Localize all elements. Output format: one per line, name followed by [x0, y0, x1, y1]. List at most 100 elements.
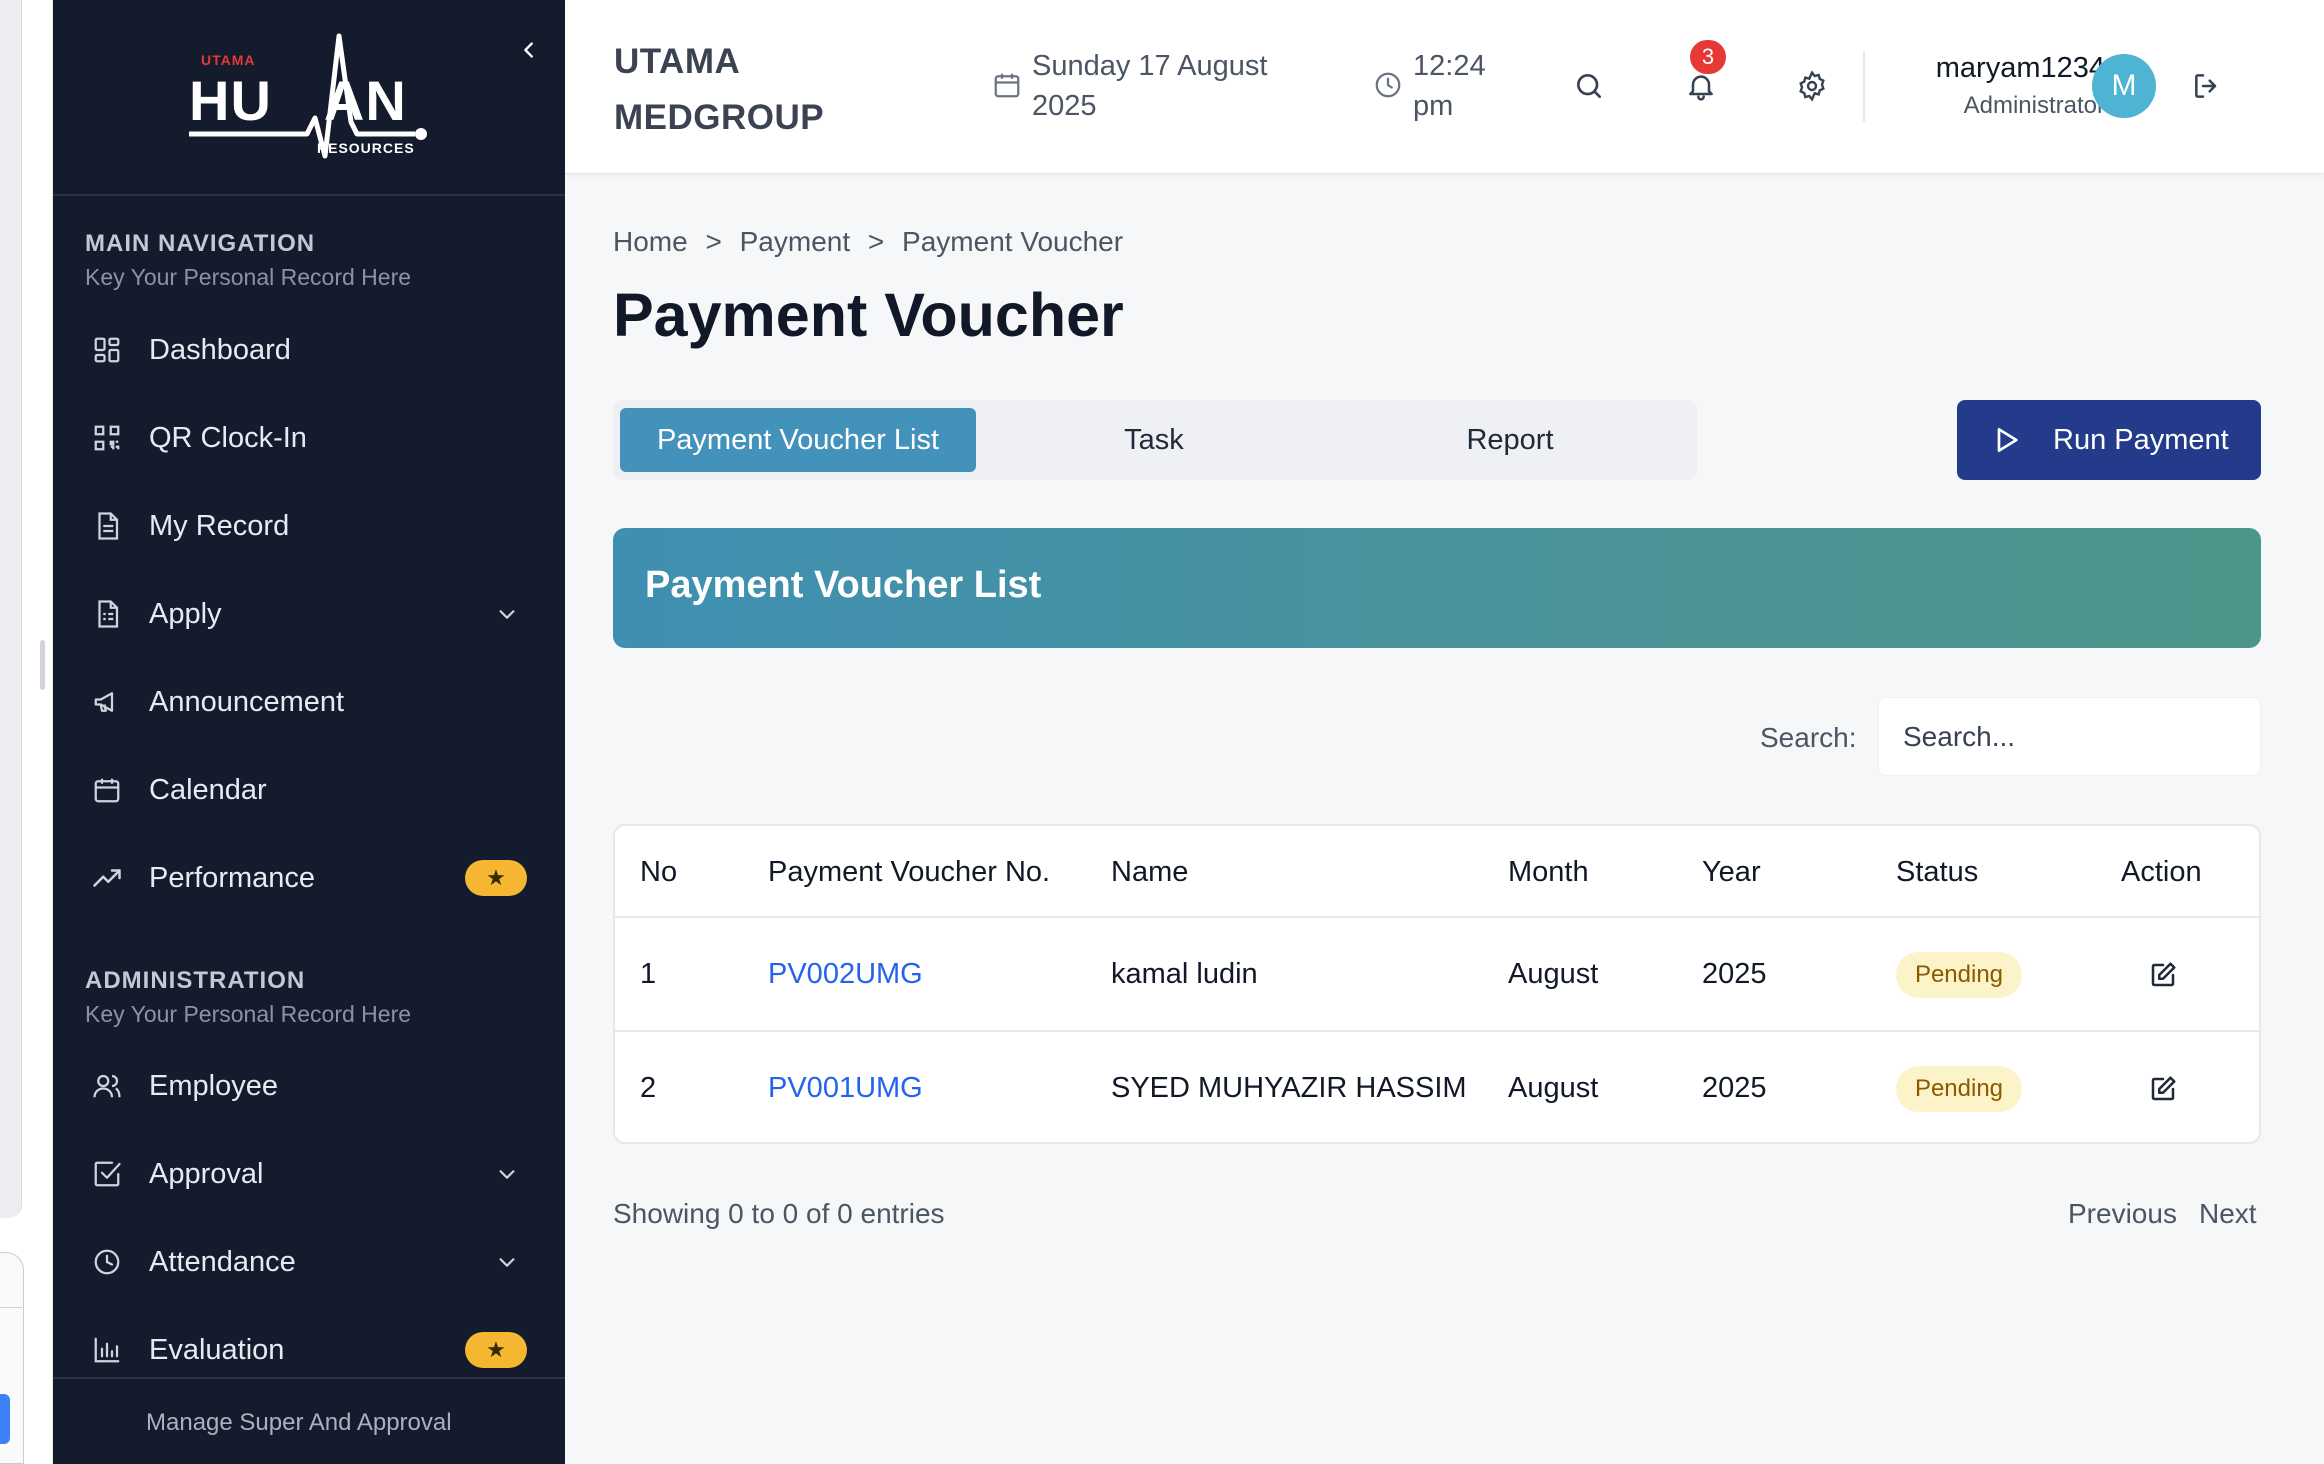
month: August — [1508, 958, 1599, 990]
top-header: UTAMA MEDGROUP Sunday 17 August 2025 12:… — [565, 0, 2324, 174]
year: 2025 — [1702, 958, 1767, 990]
sidebar-item-approval[interactable]: Approval — [53, 1139, 565, 1209]
previous-page-button[interactable]: Previous — [2068, 1198, 2177, 1230]
edge-panel — [0, 0, 22, 1218]
search-button[interactable] — [1567, 64, 1611, 108]
run-payment-button[interactable]: Run Payment — [1957, 400, 2261, 480]
administration-title: ADMINISTRATION — [85, 967, 306, 994]
edit-button[interactable] — [2144, 956, 2182, 994]
sidebar-item-label: Employee — [149, 1069, 278, 1102]
window-edge — [0, 0, 53, 1464]
chevron-down-icon — [493, 1160, 521, 1188]
sidebar-item-qr-clock-in[interactable]: QR Clock-In — [53, 403, 565, 473]
calendar-icon — [992, 70, 1022, 105]
search-input[interactable] — [1878, 697, 2261, 776]
star-badge-icon: ★ — [465, 860, 527, 896]
collapse-sidebar-button[interactable] — [511, 32, 547, 68]
star-badge-icon: ★ — [465, 1332, 527, 1368]
sidebar: UTAMA HU AN RESOURCES MAIN NAVIGATION Key… — [53, 0, 565, 1464]
sidebar-item-apply[interactable]: Apply — [53, 579, 565, 649]
employee-name: kamal ludin — [1111, 958, 1258, 990]
avatar[interactable]: M — [2092, 54, 2156, 118]
sidebar-item-my-record[interactable]: My Record — [53, 491, 565, 561]
play-icon — [1991, 424, 2023, 464]
edge-blue-tab[interactable] — [0, 1394, 10, 1444]
tab-payment-voucher-list[interactable]: Payment Voucher List — [620, 408, 976, 472]
user-name: maryam1234 — [1935, 52, 2105, 84]
users-icon — [91, 1070, 123, 1102]
logout-icon — [2195, 74, 2217, 98]
next-page-button[interactable]: Next — [2199, 1198, 2257, 1230]
sidebar-item-label: My Record — [149, 509, 290, 542]
edit-icon — [2151, 962, 2176, 987]
page-title: Payment Voucher — [613, 281, 1124, 349]
column-header-action: Action — [2121, 856, 2202, 888]
notification-count-badge: 3 — [1690, 40, 1726, 74]
column-header-name[interactable]: Name — [1111, 856, 1188, 889]
clock-icon — [91, 1246, 123, 1278]
list-header-banner: Payment Voucher List — [613, 528, 2261, 648]
column-header-no[interactable]: No — [640, 856, 677, 889]
settings-button[interactable] — [1790, 64, 1834, 108]
sidebar-item-label: Attendance — [149, 1245, 296, 1278]
sidebar-item-employee[interactable]: Employee — [53, 1051, 565, 1121]
column-header-month[interactable]: Month — [1508, 856, 1589, 889]
column-header-voucher-no[interactable]: Payment Voucher No. — [768, 856, 1050, 889]
tab-task[interactable]: Task — [976, 408, 1332, 472]
chevron-down-icon — [493, 1248, 521, 1276]
logout-button[interactable] — [2185, 64, 2229, 108]
edit-icon — [2151, 1076, 2176, 1101]
row-number: 1 — [640, 958, 657, 990]
tab-report[interactable]: Report — [1332, 408, 1688, 472]
search-label: Search: — [1760, 722, 1857, 753]
sidebar-item-dashboard[interactable]: Dashboard — [53, 315, 565, 385]
voucher-number-link[interactable]: PV001UMG — [768, 1072, 923, 1105]
status-badge: Pending — [1896, 1066, 2022, 1112]
trending-up-icon — [91, 862, 123, 894]
company-name: UTAMA MEDGROUP — [614, 42, 825, 137]
year: 2025 — [1702, 1072, 1767, 1104]
breadcrumb-payment[interactable]: Payment — [740, 226, 851, 257]
header-divider — [1863, 52, 1865, 122]
sidebar-item-announcement[interactable]: Announcement — [53, 667, 565, 737]
sidebar-item-evaluation[interactable]: Evaluation ★ — [53, 1315, 565, 1385]
column-header-year[interactable]: Year — [1702, 856, 1761, 889]
pagination-info: Showing 0 to 0 of 0 entries — [613, 1198, 945, 1229]
sidebar-item-performance[interactable]: Performance ★ — [53, 843, 565, 913]
employee-name: SYED MUHYAZIR HASSIM — [1111, 1072, 1467, 1104]
sidebar-item-attendance[interactable]: Attendance — [53, 1227, 565, 1297]
breadcrumb: Home > Payment > Payment Voucher — [613, 226, 1133, 258]
column-header-status[interactable]: Status — [1896, 856, 1978, 889]
sidebar-item-label: Apply — [149, 597, 222, 630]
sidebar-item-label: Performance — [149, 861, 316, 894]
current-date: Sunday 17 August 2025 — [1032, 50, 1268, 122]
logo-top-text: UTAMA — [201, 52, 256, 68]
search-icon — [1577, 74, 1601, 98]
current-time: 12:24 pm — [1413, 50, 1486, 122]
resize-handle[interactable] — [40, 640, 45, 690]
sidebar-item-calendar[interactable]: Calendar — [53, 755, 565, 825]
edit-button[interactable] — [2144, 1070, 2182, 1108]
table-row: 2 PV001UMG SYED MUHYAZIR HASSIM August 2… — [615, 1032, 2259, 1142]
breadcrumb-separator: > — [705, 226, 722, 257]
chevron-down-icon — [493, 600, 521, 628]
document-icon — [91, 510, 123, 542]
sidebar-item-label: Dashboard — [149, 333, 291, 366]
user-role: Administrator — [1963, 92, 2105, 119]
sidebar-header: UTAMA HU AN RESOURCES — [53, 0, 565, 196]
administration-subtitle: Key Your Personal Record Here — [85, 1001, 412, 1027]
run-payment-label: Run Payment — [2053, 424, 2229, 456]
list-title: Payment Voucher List — [645, 564, 1042, 606]
voucher-number-link[interactable]: PV002UMG — [768, 958, 923, 991]
status-badge: Pending — [1896, 952, 2022, 998]
main-navigation-title: MAIN NAVIGATION — [85, 230, 316, 257]
main-navigation-subtitle: Key Your Personal Record Here — [85, 264, 412, 290]
breadcrumb-home[interactable]: Home — [613, 226, 688, 257]
gear-icon — [1799, 70, 1825, 102]
sidebar-item-label: Announcement — [149, 685, 345, 718]
table-row: 1 PV002UMG kamal ludin August 2025 Pendi… — [615, 918, 2259, 1032]
sidebar-footer-text[interactable]: Manage Super And Approval — [146, 1409, 452, 1437]
megaphone-icon — [91, 686, 123, 718]
row-number: 2 — [640, 1072, 657, 1104]
company-logo[interactable]: UTAMA HU AN RESOURCES — [189, 32, 449, 172]
